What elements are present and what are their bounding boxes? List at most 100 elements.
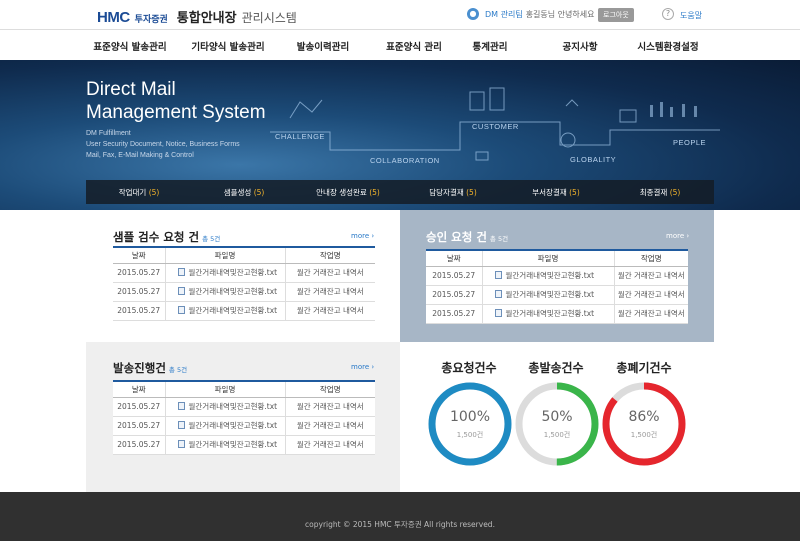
nav-item-standard-form[interactable]: 표준양식 관리 [386,39,442,53]
table-row[interactable]: 2015.05.27 월간거래내역및잔고현황.txt 월간 거래잔고 내역서 [113,301,375,321]
cell-jobname: 월간 거래잔고 내역서 [613,304,688,324]
cell-filename[interactable]: 월간거래내역및잔고현황.txt [481,266,614,286]
step-count: (5) [369,188,380,197]
sample-panel-count: 총 5건 [202,235,221,243]
column-header-date: 날짜 [113,246,165,264]
hero-title: Direct Mail Management System [86,78,266,124]
help-icon[interactable]: ? [662,8,674,20]
filename-text: 월간거래내역및잔고현황.txt [188,402,278,411]
filename-text: 월간거래내역및잔고현황.txt [188,440,278,449]
logo-main-title: 통합안내장 [176,11,237,26]
stat-percent: 50% [541,409,573,425]
hero-word-globality: GLOBALITY [570,155,617,164]
cell-jobname: 월간 거래잔고 내역서 [284,282,375,302]
main-nav: 표준양식 발송관리 기타양식 발송관리 발송이력관리 표준양식 관리 통계관리 … [0,30,800,60]
sample-more-link[interactable]: more › [351,232,374,240]
stat-count: 1,500건 [543,431,571,439]
cell-filename[interactable]: 월간거래내역및잔고현황.txt [164,301,285,321]
logout-button[interactable]: 로그아웃 [598,8,634,22]
stat-title-total-discarded: 총폐기건수 [616,361,672,375]
approve-panel-count: 총 5건 [489,235,509,243]
table-row[interactable]: 2015.05.27 월간거래내역및잔고현황.txt 월간 거래잔고 내역서 [113,397,375,417]
cell-filename[interactable]: 월간거래내역및잔고현황.txt [164,282,285,302]
cell-filename[interactable]: 월간거래내역및잔고현황.txt [481,304,614,324]
approve-panel-title: 승인 요청 건총 5건 [426,229,508,245]
column-header-filename: 파일명 [164,380,285,398]
table-row[interactable]: 2015.05.27 월간거래내역및잔고현황.txt 월간 거래잔고 내역서 [426,285,688,305]
table-row[interactable]: 2015.05.27 월간거래내역및잔고현황.txt 월간 거래잔고 내역서 [426,266,688,286]
column-header-jobname: 작업명 [284,246,375,264]
hero-desc-line1: DM Fulfillment [86,130,131,137]
send-panel-title: 발송진행건 총 5건 [113,360,187,376]
cell-date: 2015.05.27 [113,435,165,455]
nav-item-standard-send[interactable]: 표준양식 발송관리 [93,39,166,53]
filename-text: 월간거래내역및잔고현황.txt [188,306,278,315]
copyright-text: copyright © 2015 HMC 투자증권 All rights res… [305,520,495,529]
workflow-steps: 작업대기 (5) 샘플생성 (5) 안내장 생성완료 (5) 담당자결재 (5)… [86,180,714,204]
file-icon [177,268,185,276]
hero-word-customer: CUSTOMER [472,122,519,131]
help-link[interactable]: 도움말 [680,10,702,21]
filename-text: 월간거래내역및잔고현황.txt [188,287,278,296]
cell-filename[interactable]: 월간거래내역및잔고현황.txt [164,397,285,417]
approve-more-link[interactable]: more › [666,232,689,240]
step-label: 작업대기 [118,188,147,197]
file-icon [494,309,502,317]
table-row[interactable]: 2015.05.27 월간거래내역및잔고현황.txt 월간 거래잔고 내역서 [113,416,375,436]
top-bar: HMC 투자증권 통합안내장 관리시스템 ● DM 관리팀 홍길동님 안녕하세요… [0,0,800,30]
filename-text: 월간거래내역및잔고현황.txt [505,271,595,280]
step-label: 부서장결재 [532,188,567,197]
nav-item-notice[interactable]: 공지사항 [563,39,598,53]
filename-text: 월간거래내역및잔고현황.txt [188,268,278,277]
table-header-row: 날짜 파일명 작업명 [426,249,688,267]
step-generated[interactable]: 안내장 생성완료 (5) [316,187,380,198]
stat-title-total-request: 총요청건수 [441,361,497,375]
table-row[interactable]: 2015.05.27 월간거래내역및잔고현황.txt 월간 거래잔고 내역서 [113,435,375,455]
cell-jobname: 월간 거래잔고 내역서 [613,285,688,305]
send-panel-title-text: 발송진행건 [113,361,166,375]
cell-date: 2015.05.27 [426,285,482,305]
send-more-link[interactable]: more › [351,363,374,371]
cell-date: 2015.05.27 [113,397,165,417]
table-header-row: 날짜 파일명 작업명 [113,380,375,398]
nav-item-send-history[interactable]: 발송이력관리 [297,39,349,53]
nav-item-statistics[interactable]: 통계관리 [473,39,508,53]
hero-description: DM Fulfillment User Security Document, N… [86,128,240,161]
hero-title-line1: Direct Mail [86,79,176,100]
filename-text: 월간거래내역및잔고현황.txt [188,421,278,430]
cell-filename[interactable]: 월간거래내역및잔고현황.txt [481,285,614,305]
step-waiting[interactable]: 작업대기 (5) [119,187,160,198]
stat-gauge-total-request: 100% 1,500건 [427,381,513,467]
table-row[interactable]: 2015.05.27 월간거래내역및잔고현황.txt 월간 거래잔고 내역서 [113,282,375,302]
cell-date: 2015.05.27 [426,304,482,324]
file-icon [177,306,185,314]
cell-filename[interactable]: 월간거래내역및잔고현황.txt [164,416,285,436]
table-row[interactable]: 2015.05.27 월간거래내역및잔고현황.txt 월간 거래잔고 내역서 [113,263,375,283]
stat-percent: 86% [628,409,660,425]
step-count: (5) [253,188,265,197]
nav-item-system-settings[interactable]: 시스템환경설정 [637,39,698,53]
cell-jobname: 월간 거래잔고 내역서 [284,301,375,321]
step-manager-approval[interactable]: 담당자결재 (5) [429,187,477,198]
hero-desc-line3: Mail, Fax, E-Mail Making & Control [86,152,194,159]
sample-panel-title-text: 샘플 검수 요청 건 [113,230,200,244]
approve-table: 날짜 파일명 작업명 2015.05.27 월간거래내역및잔고현황.txt 월간… [426,249,688,324]
send-table: 날짜 파일명 작업명 2015.05.27 월간거래내역및잔고현황.txt 월간… [113,380,375,455]
table-row[interactable]: 2015.05.27 월간거래내역및잔고현황.txt 월간 거래잔고 내역서 [426,304,688,324]
sample-table: 날짜 파일명 작업명 2015.05.27 월간거래내역및잔고현황.txt 월간… [113,246,375,321]
step-count: (5) [569,188,580,197]
logo[interactable]: HMC 투자증권 통합안내장 관리시스템 [97,7,297,26]
logo-sub-title: 관리시스템 [241,11,297,25]
step-head-approval[interactable]: 부서장결재 (5) [532,187,580,198]
step-final-approval[interactable]: 최종결재 (5) [640,187,681,198]
footer: copyright © 2015 HMC 투자증권 All rights res… [0,492,800,541]
cell-filename[interactable]: 월간거래내역및잔고현황.txt [164,435,285,455]
step-sample[interactable]: 샘플생성 (5) [224,187,265,198]
cell-filename[interactable]: 월간거래내역및잔고현황.txt [164,263,285,283]
nav-item-other-send[interactable]: 기타양식 발송관리 [191,39,264,53]
step-count: (5) [148,188,160,197]
table-header-row: 날짜 파일명 작업명 [113,246,375,264]
file-icon [494,271,502,279]
cell-date: 2015.05.27 [426,266,482,286]
stat-title-total-sent: 총발송건수 [528,361,584,375]
